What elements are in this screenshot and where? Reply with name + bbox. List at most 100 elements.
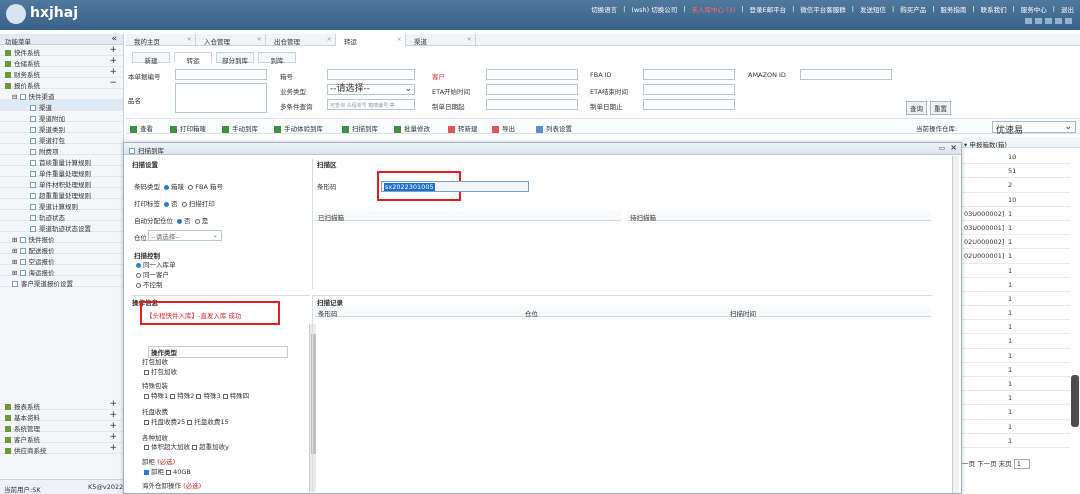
sidebar-group-basic[interactable]: 基本资料 + xyxy=(0,410,123,422)
radio-no[interactable] xyxy=(164,201,170,207)
expand-icon[interactable]: + xyxy=(109,443,117,453)
table-row[interactable]: 1 xyxy=(962,434,1070,448)
tab-channel[interactable]: 渠道 × xyxy=(406,34,476,46)
table-row[interactable]: 1 xyxy=(962,391,1070,406)
collapse-icon[interactable]: « xyxy=(111,34,117,44)
switch-company-link[interactable]: (wsh) 切换公司 xyxy=(631,4,677,14)
sidebar-group-quote[interactable]: 报价系统 − xyxy=(0,78,123,90)
subtab-transfer[interactable]: 转运 xyxy=(174,52,212,65)
tree-item[interactable]: 单件重量处理规则 xyxy=(0,166,123,178)
theme-4-icon[interactable] xyxy=(1055,18,1062,24)
close-icon[interactable]: × xyxy=(327,35,332,43)
close-icon[interactable]: × xyxy=(397,35,402,43)
tree-item[interactable]: 渠道计算规则 xyxy=(0,199,123,211)
radio-yes[interactable] xyxy=(194,218,200,224)
tree-item[interactable]: 渠道打包 xyxy=(0,133,123,145)
order-no-input[interactable] xyxy=(175,69,267,80)
table-row[interactable]: 10 xyxy=(962,193,1070,207)
table-row[interactable]: 1 xyxy=(962,377,1070,392)
service-guide-link[interactable]: 服务指南 xyxy=(940,4,966,14)
biz-type-select[interactable]: --请选择-- ⌄ xyxy=(327,84,415,95)
contact-us-link[interactable]: 联系我们 xyxy=(981,4,1007,14)
checkbox[interactable] xyxy=(170,393,176,399)
search-button[interactable]: 查询 xyxy=(906,101,927,115)
tree-item-sea-quote[interactable]: ⊞ 海运报价 xyxy=(0,265,123,277)
service-center-link[interactable]: 服务中心 xyxy=(1021,4,1047,14)
tree-item[interactable]: 超重重量处理规则 xyxy=(0,188,123,200)
radio-no-control[interactable] xyxy=(136,282,141,288)
list-settings-button[interactable]: 列表设置 xyxy=(536,123,572,133)
manual-trial-button[interactable]: 手动体验到库 xyxy=(274,123,323,133)
expand-icon[interactable]: + xyxy=(109,45,117,55)
collapse-group-icon[interactable]: − xyxy=(109,78,117,88)
table-row[interactable]: 1 xyxy=(962,334,1070,349)
theme-2-icon[interactable] xyxy=(1035,18,1042,24)
pending-center-link[interactable]: 未入库中心 (3) xyxy=(691,4,735,14)
create-from-input[interactable] xyxy=(486,99,578,110)
close-icon[interactable]: × xyxy=(950,143,957,152)
checkbox[interactable] xyxy=(144,444,149,450)
tree-item[interactable]: 首续重量计算规则 xyxy=(0,155,123,167)
close-icon[interactable]: × xyxy=(467,35,472,43)
create-to-input[interactable] xyxy=(643,99,735,110)
sidebar-group-supplier[interactable]: 供应商系统 + xyxy=(0,443,123,455)
checkbox[interactable] xyxy=(196,393,202,399)
warehouse-select[interactable]: 优速易 ⌄ xyxy=(992,121,1076,136)
sidebar-group-customer[interactable]: 客户系统 + xyxy=(0,432,123,444)
table-row[interactable]: 1 xyxy=(962,278,1070,292)
table-row[interactable]: 02U000002] 1 xyxy=(962,235,1070,250)
close-icon[interactable]: × xyxy=(187,35,192,43)
radio-same-customer[interactable] xyxy=(136,272,141,278)
eta-end-input[interactable] xyxy=(643,84,735,95)
expand-icon[interactable]: + xyxy=(109,399,117,409)
barcode-input[interactable]: sx2022301005 xyxy=(381,181,529,192)
tree-item[interactable]: 单件材积处理规则 xyxy=(0,177,123,189)
table-row[interactable]: 2 xyxy=(962,178,1070,193)
last-page-link[interactable]: 末页 xyxy=(999,460,1012,468)
buy-product-link[interactable]: 购买产品 xyxy=(900,4,926,14)
tree-item[interactable]: 渠道附加 xyxy=(0,111,123,123)
checkbox[interactable] xyxy=(144,393,149,399)
table-row[interactable]: 1 xyxy=(962,292,1070,307)
expand-icon[interactable]: + xyxy=(109,67,117,77)
sidebar-group-system[interactable]: 系统管理 + xyxy=(0,421,123,433)
reset-button[interactable]: 重置 xyxy=(930,101,951,115)
expand-icon[interactable]: + xyxy=(109,56,117,66)
to-new-button[interactable]: 转新建 xyxy=(448,123,478,133)
subtab-new[interactable]: 新建 xyxy=(132,52,170,65)
scan-arrive-button[interactable]: 扫描到库 xyxy=(342,123,378,133)
expand-icon[interactable]: + xyxy=(109,432,117,442)
page-number-input[interactable]: 1 xyxy=(1013,459,1030,469)
checkbox[interactable] xyxy=(144,419,149,425)
view-button[interactable]: 查看 xyxy=(130,123,153,133)
table-row[interactable]: 03U000002] 1 xyxy=(962,207,1070,221)
theme-5-icon[interactable] xyxy=(1065,18,1072,24)
subtab-arrived[interactable]: 到库 xyxy=(258,52,296,65)
tree-item[interactable]: 附费项 xyxy=(0,144,123,156)
sidebar-group-finance[interactable]: 财务系统 + xyxy=(0,67,123,79)
sidebar-group-report[interactable]: 报表系统 + xyxy=(0,399,123,411)
batch-edit-button[interactable]: 批量修改 xyxy=(394,123,430,133)
table-row[interactable]: 10 xyxy=(962,150,1070,165)
side-float-widget[interactable] xyxy=(1071,375,1079,427)
radio-same-order[interactable] xyxy=(136,262,141,268)
theme-1-icon[interactable] xyxy=(1025,18,1032,24)
radio-box-mark[interactable] xyxy=(164,184,170,190)
manual-arrive-button[interactable]: 手动到库 xyxy=(222,123,258,133)
dialog-scrollbar[interactable] xyxy=(952,156,959,493)
checkbox[interactable] xyxy=(192,444,198,450)
wechat-group-link[interactable]: 微信平台客服群 xyxy=(800,4,846,14)
position-select[interactable]: --请选择-- ⌄ xyxy=(148,230,222,241)
prev-page-link[interactable]: 一页 xyxy=(962,460,975,468)
tree-item-channel[interactable]: 渠道 xyxy=(0,100,123,112)
table-row[interactable]: 1 xyxy=(962,363,1070,377)
tree-item[interactable]: 渠道轨迹状态设置 xyxy=(0,221,123,233)
checkbox[interactable] xyxy=(144,369,149,375)
eta-start-input[interactable] xyxy=(486,84,578,95)
tab-inbound[interactable]: 入仓管理 × xyxy=(196,34,266,46)
print-label-button[interactable]: 打印箱唛 xyxy=(170,123,206,133)
pack-option[interactable]: 打包加收 xyxy=(144,366,177,376)
maximize-icon[interactable]: ▭ xyxy=(939,144,945,152)
table-row[interactable]: 1 xyxy=(962,405,1070,420)
checkbox[interactable] xyxy=(166,469,172,475)
